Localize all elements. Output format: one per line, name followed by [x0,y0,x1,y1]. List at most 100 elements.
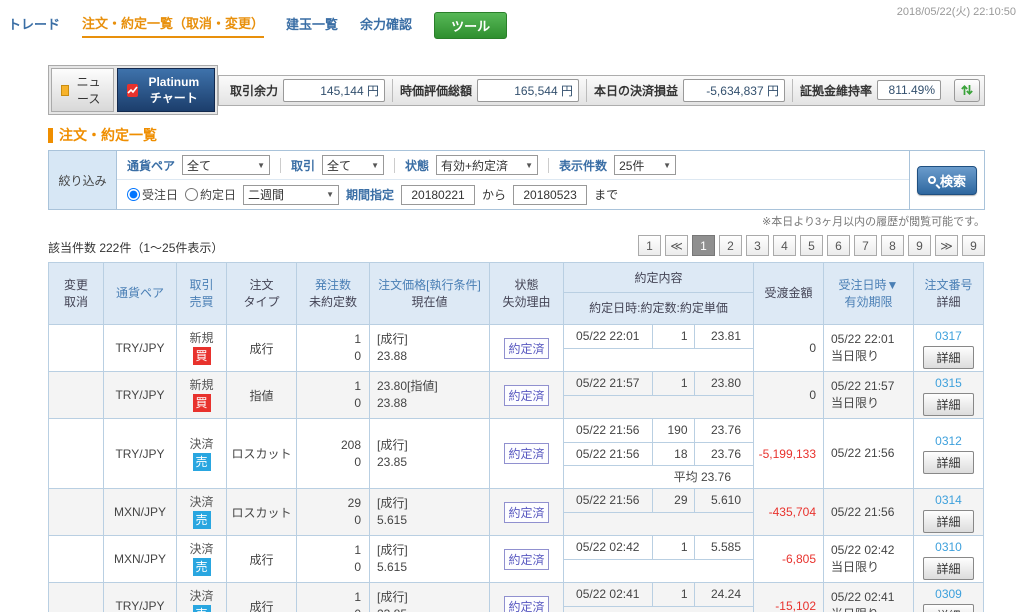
column-header: 発注数 未約定数 [296,262,370,325]
fill-datetime: 05/22 02:42 [564,536,653,560]
orders-table: 変更 取消 通貨ペア 取引 売買 注文 タイプ 発注数 未約定数 注文価格[執行条件] 現在値 状態失… [48,262,984,612]
fill-datetime: 05/22 22:01 [564,325,653,349]
status-cell: 約定済 [489,324,564,372]
trade-type-select[interactable]: 全て ▼ [322,155,385,175]
quantity-cell: 10 [296,535,370,583]
settlement-amount-cell: -15,102 [753,582,824,612]
period-select[interactable]: 二週間 ▼ [243,184,340,205]
fill-price: 5.610 [694,489,753,513]
detail-button[interactable]: 詳細 [923,556,974,580]
nav-margin-check[interactable]: 余力確認 [360,14,412,37]
fill-quantity: 18 [652,442,695,466]
display-count-select[interactable]: 25件 ▼ [614,155,677,175]
tools-button[interactable]: ツール [434,12,508,39]
order-number-link[interactable]: 0315 [935,375,962,391]
nav-positions[interactable]: 建玉一覧 [286,14,338,37]
history-note: ※本日より3ヶ月以内の履歴が閲覧可能です。 [761,216,985,228]
page-prev-button[interactable]: ≪ [665,235,688,256]
page-number-button[interactable]: 4 [773,235,796,256]
status-cell: 約定済 [489,371,564,419]
status-select[interactable]: 有効+約定済 ▼ [436,155,539,175]
currency-pair-select[interactable]: 全て ▼ [182,155,271,175]
page-number-button[interactable]: 8 [881,235,904,256]
order-number-link[interactable]: 0310 [935,539,962,555]
status-cell: 約定済 [489,535,564,583]
page-number-button[interactable]: 7 [854,235,877,256]
currency-pair-cell: TRY/JPY [103,371,177,419]
page-number-button[interactable]: 2 [719,235,742,256]
platinum-chart-button[interactable]: Platinumチャート [116,68,215,112]
side-badge: 売 [192,605,211,612]
trade-side-cell: 新規 買 [176,371,227,419]
order-date-radio-input[interactable] [127,188,140,201]
news-button[interactable]: ニュース [51,68,114,112]
currency-pair-cell: TRY/JPY [103,582,177,612]
search-button[interactable]: 検索 [916,165,977,195]
executions-cell: 05/22 22:01 1 23.81 [563,324,754,372]
date-to-input[interactable] [513,184,588,205]
detail-button[interactable]: 詳細 [923,345,974,369]
order-datetime-cell: 05/22 02:42 当日限り [823,535,914,583]
column-header: 変更 取消 [48,262,104,325]
filter-panel-label: 絞り込み [49,151,117,209]
refresh-icon [961,84,973,96]
detail-button[interactable]: 詳細 [923,603,974,612]
order-number-link[interactable]: 0314 [935,492,962,508]
order-type-cell: 指値 [226,371,297,419]
trade-side-cell: 決済 売 [176,418,227,489]
side-badge: 売 [192,511,211,529]
page-last-button[interactable]: 9 [962,235,985,256]
today-pl-value: -5,634,837 円 [682,78,785,102]
price-cell: [成行]23.85 [369,418,490,489]
account-item: 時価評価総額 165,544 円 [391,78,586,102]
order-number-cell: 0310 詳細 [913,535,984,583]
orders-table-body: TRY/JPY 新規 買 成行 10 [成行] 23.88 約定済 05/22 2… [48,324,984,612]
date-from-input[interactable] [401,184,476,205]
page-first-button[interactable]: 1 [638,235,661,256]
page-number-button[interactable]: 5 [800,235,823,256]
column-header: 注文価格[執行条件] 現在値 [369,262,490,325]
fill-date-radio[interactable]: 約定日 [185,186,236,203]
order-number-link[interactable]: 0317 [935,328,962,344]
nav-order-list[interactable]: 注文・約定一覧（取消・変更） [82,13,265,38]
currency-pair-cell: MXN/JPY [103,535,177,583]
order-number-link[interactable]: 0309 [935,586,962,602]
currency-pair-cell: MXN/JPY [103,488,177,536]
fill-price: 23.76 [694,442,753,466]
page-next-button[interactable]: ≫ [935,235,958,256]
order-datetime-cell: 05/22 21:56 [823,488,914,536]
nav-trade[interactable]: トレード [8,14,60,37]
order-date-radio[interactable]: 受注日 [127,186,178,203]
modify-cancel-cell [48,324,104,372]
orders-table-header: 変更 取消 通貨ペア 取引 売買 注文 タイプ 発注数 未約定数 注文価格[執行条件] 現在値 状態失… [48,262,984,325]
refresh-button[interactable] [954,78,980,102]
detail-button[interactable]: 詳細 [923,451,974,474]
order-type-cell: ロスカット [226,488,297,536]
modify-cancel-cell [48,418,104,489]
column-header: 状態 失効理由 [489,262,564,325]
fill-row: 05/22 02:42 1 5.585 [564,536,753,560]
trade-side-cell: 新規 買 [176,324,227,372]
fill-average-row [564,348,753,371]
page-number-button[interactable]: 3 [746,235,769,256]
quantity-cell: 29 0 [296,488,370,536]
price-cell: [成行] 23.88 [369,324,490,372]
price-cell: [成行]23.85 [369,582,490,612]
fill-datetime: 05/22 21:56 [564,489,653,513]
page-number-button[interactable]: 9 [908,235,931,256]
filter-row-1: 通貨ペア 全て ▼ 取引 全て ▼ 状態 有効+約定済 ▼ 表示件数 25件 ▼ [117,151,909,180]
modify-cancel-cell [48,488,104,536]
detail-button[interactable]: 詳細 [923,392,974,416]
column-header: 通貨ペア [103,262,177,325]
page-number-button[interactable]: 1 [692,235,715,256]
modify-cancel-cell [48,535,104,583]
fill-quantity: 29 [652,489,695,513]
status-badge: 約定済 [504,548,549,570]
detail-button[interactable]: 詳細 [923,509,974,533]
order-datetime-cell: 05/22 21:57 当日限り [823,371,914,419]
order-datetime-cell: 05/22 02:41当日限り [823,582,914,612]
order-datetime-cell: 05/22 21:56 [823,418,914,489]
page-number-button[interactable]: 6 [827,235,850,256]
fill-date-radio-input[interactable] [185,188,199,201]
order-number-link[interactable]: 0312 [935,433,962,449]
